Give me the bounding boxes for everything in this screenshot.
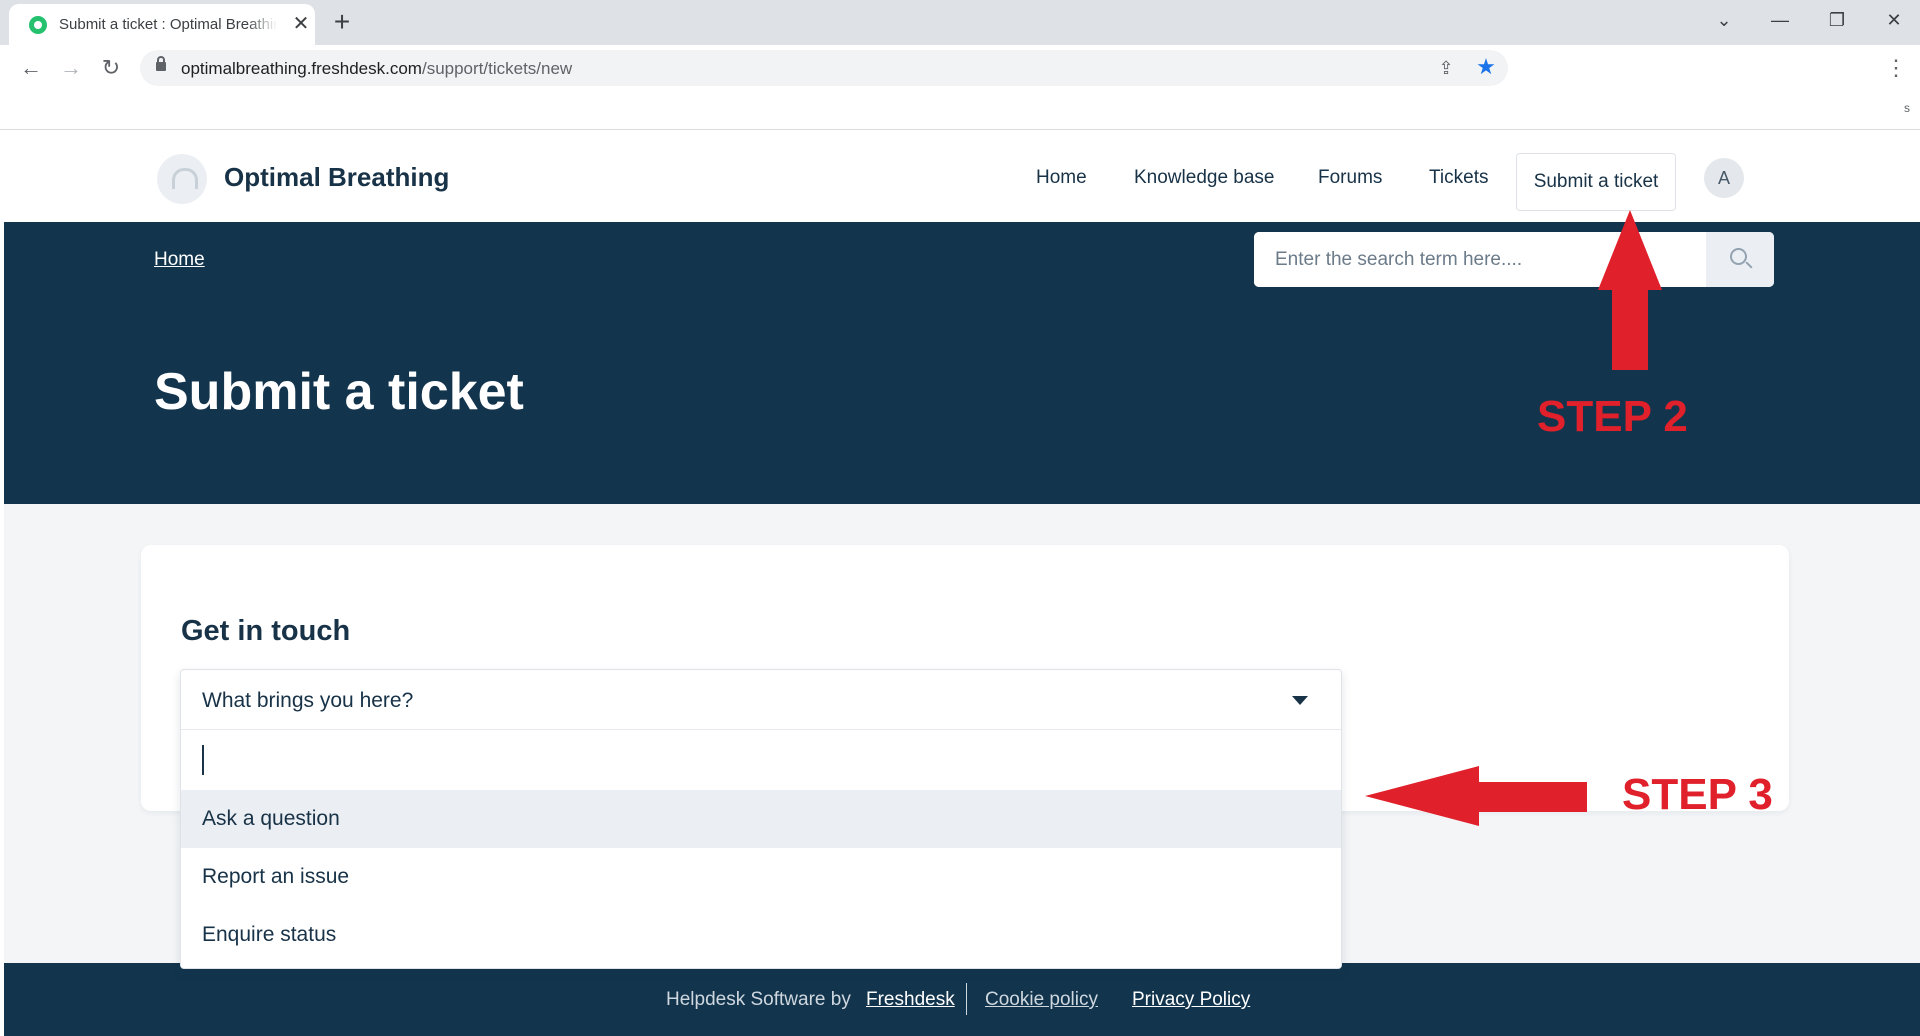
search-box <box>1254 232 1774 287</box>
form-heading: Get in touch <box>181 615 351 647</box>
tab-close-icon[interactable]: ✕ <box>289 12 313 36</box>
lock-icon <box>156 56 166 71</box>
new-tab-button[interactable]: + <box>328 8 356 36</box>
cookie-policy-link[interactable]: Cookie policy <box>985 989 1098 1011</box>
portal-header: Optimal Breathing Home Knowledge base Fo… <box>4 131 1920 222</box>
url-host: optimalbreathing.freshdesk.com <box>181 59 422 78</box>
forward-arrow-icon[interactable]: → <box>55 52 87 84</box>
bookmark-fragment: s <box>1904 101 1910 115</box>
nav-knowledge-base[interactable]: Knowledge base <box>1134 167 1275 189</box>
option-report-issue[interactable]: Report an issue <box>181 848 1341 906</box>
dropdown-label: What brings you here? <box>202 689 414 712</box>
page-title: Submit a ticket <box>154 363 524 421</box>
close-window-button[interactable]: ✕ <box>1874 6 1914 34</box>
search-icon <box>1730 248 1747 265</box>
browser-tabstrip: Submit a ticket : Optimal Breathing ✕ + … <box>0 0 1920 45</box>
search-button[interactable] <box>1706 232 1774 287</box>
step2-label: STEP 2 <box>1537 392 1688 441</box>
nav-tickets[interactable]: Tickets <box>1429 167 1488 189</box>
dropdown-filter-input[interactable] <box>181 731 1341 789</box>
option-ask-question[interactable]: Ask a question <box>181 790 1341 848</box>
dropdown-trigger[interactable]: What brings you here? <box>181 670 1341 730</box>
headphones-logo-icon[interactable] <box>157 154 207 204</box>
browser-tab[interactable]: Submit a ticket : Optimal Breathing ✕ <box>9 4 315 45</box>
minimize-button[interactable]: — <box>1760 6 1800 34</box>
footer-freshdesk-link[interactable]: Freshdesk <box>866 989 955 1011</box>
reload-icon[interactable]: ↻ <box>95 52 127 84</box>
nav-submit-ticket[interactable]: Submit a ticket <box>1516 153 1676 211</box>
avatar[interactable]: A <box>1704 158 1744 198</box>
url-text[interactable]: optimalbreathing.freshdesk.com/support/t… <box>181 59 572 79</box>
privacy-policy-link[interactable]: Privacy Policy <box>1132 989 1250 1011</box>
breadcrumb-home[interactable]: Home <box>154 249 205 271</box>
browser-toolbar: ← → ↻ optimalbreathing.freshdesk.com/sup… <box>0 45 1920 91</box>
url-path: /support/tickets/new <box>421 59 573 78</box>
browser-menu-icon[interactable]: ⋮ <box>1884 52 1908 84</box>
address-bar[interactable]: optimalbreathing.freshdesk.com/support/t… <box>140 50 1508 86</box>
step3-label: STEP 3 <box>1622 770 1773 819</box>
step3-arrow-annotation <box>1365 766 1587 826</box>
footer-divider <box>966 983 967 1015</box>
step2-arrow-annotation <box>1598 210 1662 370</box>
freshdesk-favicon-icon <box>29 16 47 34</box>
nav-forums[interactable]: Forums <box>1318 167 1382 189</box>
share-icon[interactable]: ⇪ <box>1434 56 1458 80</box>
restore-button[interactable]: ❐ <box>1817 6 1857 34</box>
footer-prefix: Helpdesk Software by <box>666 989 851 1010</box>
what-brings-you-dropdown[interactable]: What brings you here? Ask a question Rep… <box>180 669 1342 969</box>
bookmark-bar: s <box>0 91 1920 130</box>
option-enquire-status[interactable]: Enquire status <box>181 906 1341 964</box>
tab-title: Submit a ticket : Optimal Breathing <box>59 16 277 33</box>
caret-down-icon[interactable] <box>1292 696 1308 705</box>
tab-search-chevron-icon[interactable]: ⌄ <box>1704 6 1744 34</box>
text-cursor <box>202 745 204 775</box>
brand-name[interactable]: Optimal Breathing <box>224 162 449 193</box>
nav-home[interactable]: Home <box>1036 167 1087 189</box>
portal-footer: Helpdesk Software by Freshdesk Cookie po… <box>4 963 1920 1036</box>
back-arrow-icon[interactable]: ← <box>15 52 47 84</box>
bookmark-star-icon[interactable]: ★ <box>1474 55 1498 79</box>
